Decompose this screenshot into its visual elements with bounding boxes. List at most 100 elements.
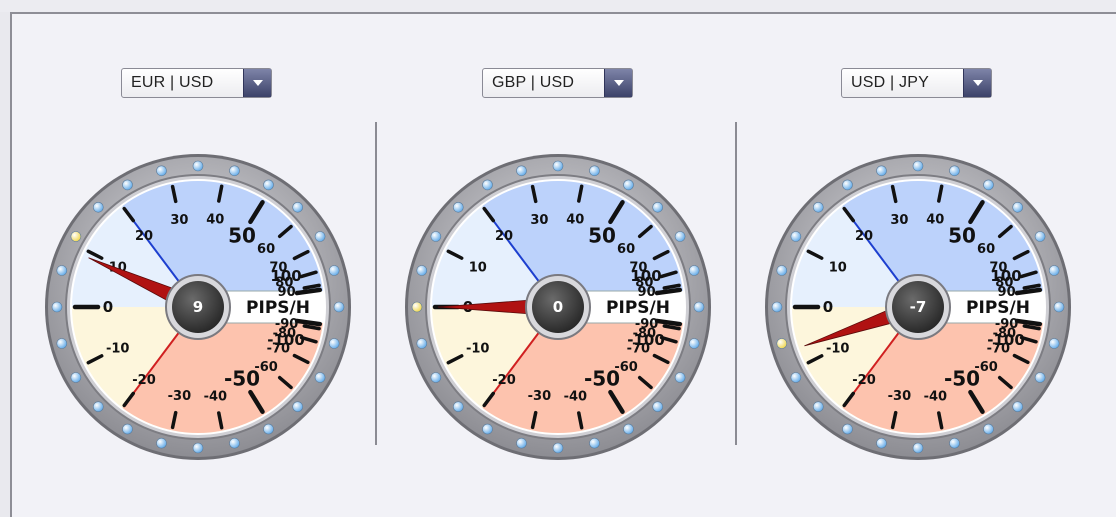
bezel-bead [812, 201, 824, 213]
bezel-bead [1048, 338, 1060, 349]
bezel-bead [92, 201, 104, 213]
scale-label: 60 [257, 242, 275, 257]
bezel-bead [516, 165, 527, 177]
bezel-bead [314, 231, 326, 242]
bezel-bead [51, 301, 63, 313]
panel-divider [375, 122, 377, 445]
scale-label: 20 [855, 229, 873, 244]
currency-pair-value: GBP | USD [492, 74, 575, 91]
scale-label: -20 [132, 373, 156, 388]
bezel-bead [1048, 265, 1060, 276]
currency-pair-select-2[interactable]: GBP | USD [482, 68, 633, 98]
scale-label: 60 [977, 242, 995, 257]
bezel-bead [92, 401, 104, 413]
unit-label: PIPS/H [606, 298, 670, 318]
currency-pair-value: EUR | USD [131, 74, 214, 91]
bezel-bead [912, 160, 924, 172]
bezel-bead [122, 423, 133, 435]
scale-label: 20 [495, 229, 513, 244]
bezel-bead [674, 231, 686, 242]
bezel-bead [482, 179, 493, 191]
scale-label: 0 [823, 298, 833, 316]
bezel-bead [430, 372, 442, 383]
scale-label: 50 [948, 223, 976, 247]
bezel-bead [674, 372, 686, 383]
bezel-bead [652, 201, 664, 213]
bezel-bead [263, 179, 274, 191]
bezel-bead [416, 338, 428, 349]
scale-label: -40 [204, 389, 228, 404]
pips-gauge-2: 10 20 30 40 50 60 70 80 90 -10 -20 -30 -40 -50 -60 -70-… [403, 152, 713, 462]
bezel-bead [263, 423, 274, 435]
bezel-bead [1034, 231, 1046, 242]
bezel-indicator-light [776, 338, 788, 349]
bezel-bead [482, 423, 493, 435]
bezel-bead [416, 265, 428, 276]
bezel-bead [156, 437, 167, 449]
bezel-bead [516, 437, 527, 449]
gauge-svg: 102030 405060708090-10-20-30 -40-50-60-70-… [45, 154, 351, 460]
bezel-bead [589, 165, 600, 177]
bezel-bead [652, 401, 664, 413]
bezel-bead [949, 165, 960, 177]
currency-pair-select-1[interactable]: EUR | USD [121, 68, 272, 98]
currency-pair-select-3[interactable]: USD | JPY [841, 68, 992, 98]
scale-tick [294, 287, 323, 296]
scale-tick [654, 287, 683, 296]
scale-label: -60 [974, 360, 998, 375]
bezel-bead [1012, 201, 1024, 213]
scale-label: -40 [564, 389, 588, 404]
scale-label: 30 [530, 213, 548, 228]
scale-label: 10 [829, 260, 847, 275]
bezel-bead [688, 338, 700, 349]
scale-label: -100 [267, 331, 305, 349]
pips-value: 9 [193, 298, 203, 316]
bezel-bead [452, 201, 464, 213]
gauge-svg: 102030 405060708090-10-20-30 -40-50-60-70-… [405, 154, 711, 460]
bezel-bead [790, 231, 802, 242]
bezel-bead [983, 423, 994, 435]
scale-label: 0 [103, 298, 113, 316]
scale-label: 100 [270, 267, 301, 285]
panel-divider [735, 122, 737, 445]
bezel-indicator-light [70, 231, 82, 242]
bezel-bead [876, 165, 887, 177]
pips-gauge-1: 10 20 30 40 50 60 70 80 90 -10 -20 -30 -40 -50 -60 -70-… [43, 152, 353, 462]
scale-label: -100 [627, 331, 665, 349]
bezel-bead [452, 401, 464, 413]
bezel-bead [229, 165, 240, 177]
scale-label: 50 [228, 223, 256, 247]
scale-label: -60 [614, 360, 638, 375]
bezel-bead [949, 437, 960, 449]
bezel-indicator-light [411, 301, 423, 313]
bezel-bead [876, 437, 887, 449]
bezel-bead [56, 338, 68, 349]
bezel-bead [552, 442, 564, 454]
bezel-bead [328, 265, 340, 276]
scale-tick [1014, 287, 1043, 296]
dropdown-arrow-icon[interactable] [604, 69, 632, 97]
scale-label: -100 [987, 331, 1025, 349]
unit-label: PIPS/H [966, 298, 1030, 318]
scale-label: -30 [528, 389, 552, 404]
bezel-bead [192, 160, 204, 172]
top-strip [0, 0, 1116, 12]
bezel-bead [229, 437, 240, 449]
pips-value: -7 [910, 298, 927, 316]
scale-label: 100 [630, 267, 661, 285]
dropdown-arrow-icon[interactable] [963, 69, 991, 97]
bezel-bead [552, 160, 564, 172]
bezel-bead [1012, 401, 1024, 413]
scale-label: 20 [135, 229, 153, 244]
dropdown-arrow-icon[interactable] [243, 69, 271, 97]
bezel-bead [156, 165, 167, 177]
bezel-bead [812, 401, 824, 413]
scale-label: -30 [168, 389, 192, 404]
scale-label: -10 [466, 342, 490, 357]
scale-label: 50 [588, 223, 616, 247]
scale-label: -90 [635, 317, 659, 332]
scale-label: 40 [566, 213, 584, 228]
bezel-bead [623, 179, 634, 191]
bezel-bead [771, 301, 783, 313]
scale-tick [1014, 318, 1043, 327]
